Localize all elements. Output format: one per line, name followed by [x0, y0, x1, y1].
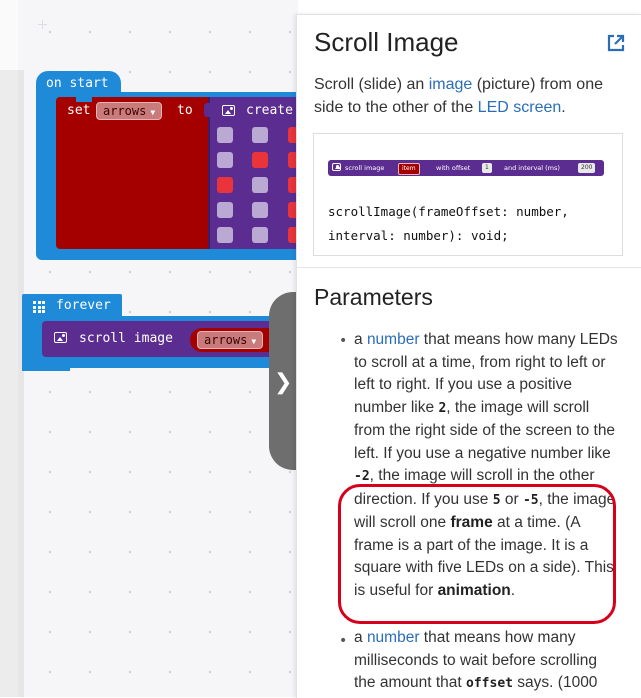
parameters-heading: Parameters: [314, 284, 433, 310]
led-cell[interactable]: [217, 152, 233, 168]
workspace-scrollbar[interactable]: [18, 70, 24, 697]
image-icon: [222, 105, 235, 116]
doc-title: Scroll Image: [314, 27, 459, 57]
external-link-icon[interactable]: [607, 34, 625, 52]
mini-offset: 1: [482, 163, 492, 173]
image-link[interactable]: image: [429, 76, 473, 93]
highlight-annotation: [338, 484, 616, 624]
forever-label: forever: [56, 298, 111, 313]
mini-label: scroll image: [345, 164, 385, 172]
doc-description: Scroll (slide) an image (picture) from o…: [314, 73, 624, 119]
set-label: set: [67, 103, 91, 118]
forever-tail: [22, 365, 70, 371]
desc-text: Scroll (slide) an: [314, 76, 429, 93]
grid-icon: [33, 301, 45, 313]
led-cell[interactable]: [252, 127, 268, 143]
led-screen-link[interactable]: LED screen: [478, 99, 562, 116]
led-cell[interactable]: [252, 227, 268, 243]
number-link[interactable]: number: [367, 629, 420, 646]
signature-code: scrollImage(frameOffset: number, interva…: [328, 200, 616, 248]
led-cell[interactable]: [217, 227, 233, 243]
code-line: scrollImage(frameOffset: number,: [328, 204, 569, 219]
variable-name: arrows: [103, 104, 147, 118]
code-line: interval: number): void;: [328, 228, 509, 243]
mini-label: with offset: [436, 164, 471, 172]
bullet: •: [339, 633, 348, 649]
create-label: create: [246, 103, 293, 118]
dropdown-caret-icon: ▼: [150, 108, 156, 117]
chevron-right-icon: ❯: [274, 370, 293, 395]
dropdown-caret-icon: ▼: [251, 337, 257, 346]
led-cell[interactable]: [217, 202, 233, 218]
led-cell[interactable]: [252, 202, 268, 218]
variable-dropdown[interactable]: arrows ▼: [96, 102, 163, 120]
desc-text: .: [561, 99, 566, 116]
mini-var: item: [398, 163, 420, 175]
number-link[interactable]: number: [367, 331, 420, 348]
mini-interval: 200: [578, 163, 596, 173]
image-icon: [332, 163, 341, 171]
mini-label: and interval (ms): [504, 164, 560, 172]
led-cell[interactable]: [252, 177, 268, 193]
on-start-label: on start: [46, 76, 109, 91]
variable-name: arrows: [204, 333, 248, 347]
to-label: to: [177, 103, 193, 118]
scroll-image-label: scroll image: [79, 331, 173, 346]
variable-dropdown[interactable]: arrows ▼: [197, 331, 264, 349]
signature-box: scroll image item with offset 1 and inte…: [313, 133, 623, 256]
parameter-description: a number that means how many millisecond…: [354, 629, 598, 691]
image-icon: [54, 332, 67, 343]
bullet: •: [339, 333, 348, 349]
led-cell[interactable]: [252, 152, 268, 168]
left-strip: [0, 0, 18, 697]
mini-scroll-image-block: scroll image item with offset 1 and inte…: [328, 160, 604, 176]
led-cell[interactable]: [217, 177, 233, 193]
led-cell[interactable]: [217, 127, 233, 143]
divider: [297, 267, 641, 268]
